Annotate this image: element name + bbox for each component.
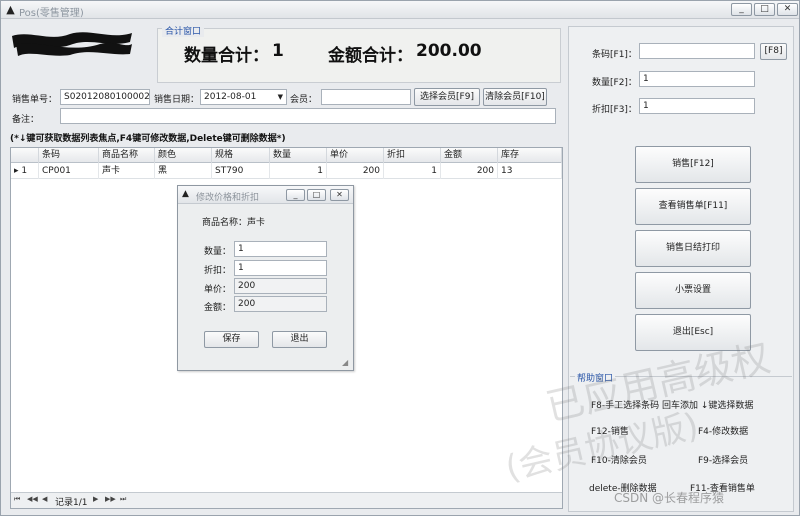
window-title: Pos(零售管理)	[19, 8, 84, 19]
help-f9: F9-选择会员	[698, 456, 749, 466]
dialog-amount-label: 金额：	[204, 303, 232, 313]
dialog-qty-field[interactable]: 1	[234, 241, 327, 257]
dialog-title: 修改价格和折扣	[196, 193, 260, 203]
qty-label: 数量[F2]：	[592, 78, 637, 88]
column-header[interactable]: 金额	[441, 148, 498, 163]
qty-total-value: 1	[272, 41, 284, 61]
sell-button[interactable]: 销售[F12]	[635, 146, 751, 183]
summary-group-title: 合计窗口	[162, 24, 205, 37]
sale-date-label: 销售日期：	[154, 95, 200, 105]
order-no-field[interactable]: S02012080100002	[60, 89, 150, 105]
next-page-button[interactable]: ▶▶	[105, 495, 116, 503]
column-header[interactable]: 折扣	[384, 148, 441, 163]
resize-grip-icon[interactable]: ◢	[342, 358, 348, 367]
cell-discount[interactable]: 1	[384, 163, 441, 179]
sale-date-picker[interactable]: 2012-08-01 ▼	[200, 89, 287, 105]
dialog-maximize-button[interactable]: □	[307, 189, 326, 201]
member-label: 会员：	[290, 95, 318, 105]
dialog-title-bar[interactable]: ▲ 修改价格和折扣 _ □ ✕	[178, 186, 353, 204]
edit-price-dialog: ▲ 修改价格和折扣 _ □ ✕ 商品名称：声卡 数量： 1 折扣： 1 单价： …	[177, 185, 354, 371]
cell-barcode[interactable]: CP001	[39, 163, 99, 179]
penguin-icon: ▲	[182, 189, 189, 199]
title-bar[interactable]: ▲ Pos(零售管理) _ □ ✕	[1, 1, 799, 19]
cell-stock[interactable]: 13	[498, 163, 562, 179]
first-record-button[interactable]: ⏮	[14, 495, 20, 504]
maximize-button[interactable]: □	[754, 3, 775, 16]
barcode-label: 条码[F1]：	[592, 50, 637, 60]
grid-header: 条码 商品名称 颜色 规格 数量 单价 折扣 金额 库存	[11, 148, 562, 163]
cell-name[interactable]: 声卡	[99, 163, 155, 179]
receipt-settings-button[interactable]: 小票设置	[635, 272, 751, 309]
dialog-price-label: 单价：	[204, 285, 232, 295]
save-button[interactable]: 保存	[204, 331, 259, 348]
remark-field[interactable]	[60, 108, 556, 124]
cell-spec[interactable]: ST790	[212, 163, 270, 179]
penguin-icon: ▲	[6, 3, 15, 16]
dialog-amount-field: 200	[234, 296, 327, 312]
dialog-product-label: 商品名称：声卡	[202, 218, 266, 228]
remark-label: 备注：	[12, 115, 40, 125]
prev-record-button[interactable]: ◀	[42, 495, 47, 503]
column-header[interactable]: 颜色	[155, 148, 212, 163]
dialog-discount-label: 折扣：	[204, 266, 232, 276]
column-header[interactable]: 规格	[212, 148, 270, 163]
column-header[interactable]: 数量	[270, 148, 327, 163]
discount-input[interactable]: 1	[639, 98, 755, 114]
help-f4: F4-修改数据	[698, 427, 749, 437]
column-header[interactable]: 库存	[498, 148, 562, 163]
dialog-minimize-button[interactable]: _	[286, 189, 305, 201]
order-no-label: 销售单号：	[12, 95, 58, 105]
clear-member-button[interactable]: 清除会员[F10]	[483, 88, 547, 106]
amount-total-value: 200.00	[416, 41, 482, 61]
member-field[interactable]	[321, 89, 411, 105]
dialog-close-button[interactable]: ✕	[330, 189, 349, 201]
prev-page-button[interactable]: ◀◀	[27, 495, 38, 503]
f8-button[interactable]: [F8]	[760, 43, 787, 60]
cell-qty[interactable]: 1	[270, 163, 327, 179]
barcode-input[interactable]	[639, 43, 755, 59]
table-row[interactable]: ▸ 1 CP001 声卡 黑 ST790 1 200 1 200 13	[11, 163, 562, 179]
column-header[interactable]: 商品名称	[99, 148, 155, 163]
cell-amount[interactable]: 200	[441, 163, 498, 179]
amount-total-label: 金额合计：	[328, 46, 413, 66]
row-indicator-header	[11, 148, 39, 163]
minimize-button[interactable]: _	[731, 3, 752, 16]
cell-price[interactable]: 200	[327, 163, 384, 179]
close-button[interactable]: ✕	[777, 3, 798, 16]
daily-print-button[interactable]: 销售日结打印	[635, 230, 751, 267]
last-record-button[interactable]: ⏭	[120, 495, 126, 504]
qty-input[interactable]: 1	[639, 71, 755, 87]
exit-button[interactable]: 退出	[272, 331, 327, 348]
dialog-qty-label: 数量：	[204, 247, 232, 257]
qty-total-label: 数量合计：	[184, 46, 269, 66]
select-member-button[interactable]: 选择会员[F9]	[414, 88, 480, 106]
redacted-logo	[12, 32, 132, 56]
next-record-button[interactable]: ▶	[93, 495, 98, 503]
cell-color[interactable]: 黑	[155, 163, 212, 179]
column-header[interactable]: 单价	[327, 148, 384, 163]
discount-label: 折扣[F3]：	[592, 105, 637, 115]
sale-date-value: 2012-08-01	[204, 92, 257, 102]
chevron-down-icon[interactable]: ▼	[278, 90, 283, 104]
csdn-watermark: CSDN @长春程序猿	[614, 491, 725, 505]
dialog-price-field: 200	[234, 278, 327, 294]
keyboard-hint: (*↓键可获取数据列表焦点,F4键可修改数据,Delete键可删除数据*)	[10, 134, 286, 144]
record-counter: 记录1/1	[55, 498, 88, 508]
grid-navigator: ⏮ ◀◀ ◀ 记录1/1 ▶ ▶▶ ⏭	[11, 492, 562, 508]
column-header[interactable]: 条码	[39, 148, 99, 163]
dialog-discount-field[interactable]: 1	[234, 260, 327, 276]
view-sales-button[interactable]: 查看销售单[F11]	[635, 188, 751, 225]
row-indicator: ▸ 1	[11, 163, 39, 179]
